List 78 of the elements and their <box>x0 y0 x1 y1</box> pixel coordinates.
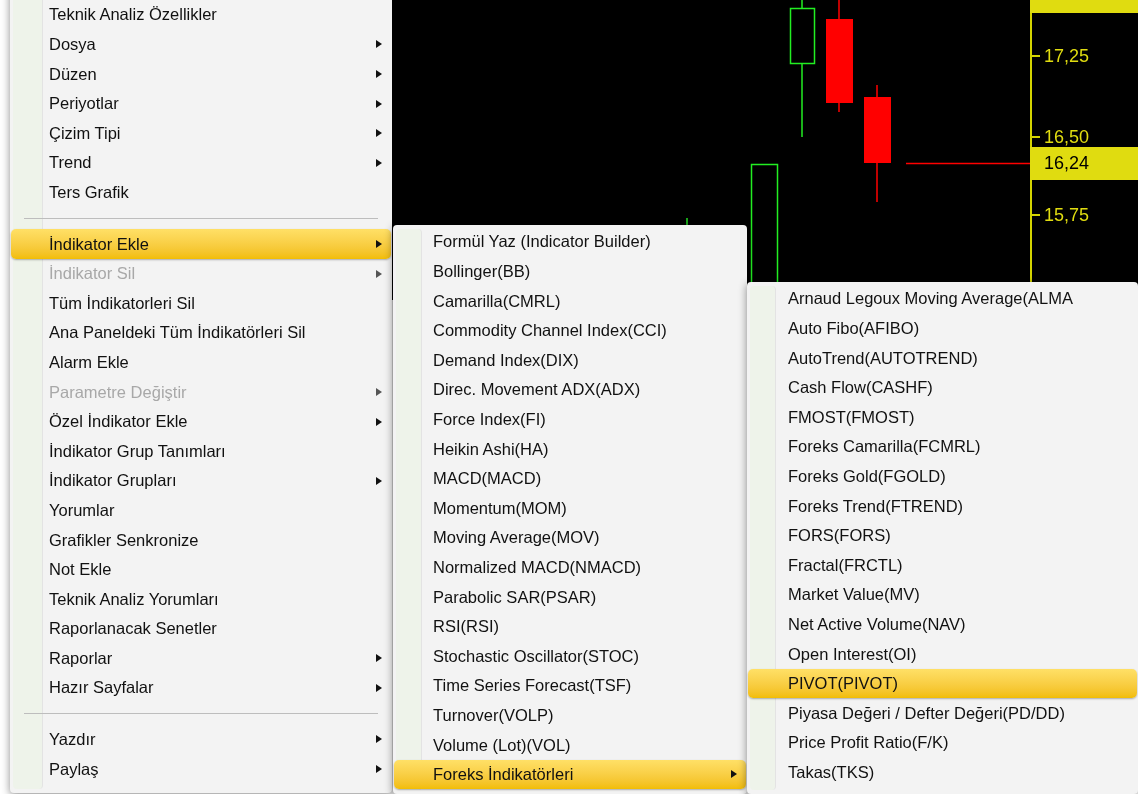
submenu-arrow-icon <box>375 653 383 664</box>
submenu-arrow-icon <box>375 69 383 79</box>
menu-item[interactable]: RSI(RSI) <box>394 611 746 642</box>
menu-item[interactable]: Direc. Movement ADX(ADX) <box>394 374 746 405</box>
price-label: 17,25 <box>1044 45 1090 67</box>
menu-item[interactable]: AutoTrend(AUTOTREND) <box>748 343 1137 373</box>
menu-item[interactable]: PIVOT(PIVOT) <box>748 668 1137 699</box>
menu-item[interactable]: Volume (Lot)(VOL) <box>394 730 746 760</box>
menu-item[interactable]: Foreks Gold(FGOLD) <box>748 461 1137 492</box>
menu-item[interactable]: Hazır Sayfalar <box>11 673 391 703</box>
menu-item[interactable]: Özel İndikator Ekle <box>11 406 391 437</box>
menu-item[interactable]: Yorumlar <box>11 495 391 526</box>
menu-item[interactable]: Camarilla(CMRL) <box>394 286 746 316</box>
menu-item[interactable]: Moving Average(MOV) <box>394 522 746 553</box>
menu-item[interactable]: Trend <box>11 147 391 178</box>
menu-item[interactable]: Raporlanacak Senetler <box>11 613 391 644</box>
menu-item[interactable]: Foreks Camarilla(FCMRL) <box>748 431 1137 462</box>
submenu-arrow-icon <box>375 157 383 168</box>
submenu-arrow-icon <box>375 682 383 693</box>
submenu-arrow-icon <box>375 268 383 279</box>
menu-item[interactable]: Paylaş <box>11 754 391 784</box>
menu-item[interactable]: Takas(TKS) <box>748 757 1137 788</box>
submenu-arrow-icon <box>375 39 383 50</box>
submenu-arrow-icon <box>375 98 383 109</box>
submenu-arrow-icon <box>375 416 383 427</box>
submenu-arrow-icon <box>375 734 383 745</box>
menu-item[interactable]: İndikator Ekle <box>11 229 391 259</box>
menu-item[interactable]: Alarm Ekle <box>11 347 391 378</box>
menu-item[interactable]: Parabolic SAR(PSAR) <box>394 582 746 612</box>
menu-item[interactable]: FORS(FORS) <box>748 520 1137 551</box>
menu-item[interactable]: Raporlar <box>11 643 391 674</box>
menu-item[interactable]: Piyasa Değeri / Defter Değeri(PD/DD) <box>748 698 1137 728</box>
submenu-arrow-icon <box>375 764 383 775</box>
menu-item[interactable]: Market Value(MV) <box>748 579 1137 610</box>
menu-item[interactable]: Periyotlar <box>11 88 391 119</box>
submenu-arrow-icon <box>375 128 383 139</box>
menu-item[interactable]: Ters Grafik <box>11 177 391 208</box>
menu-item[interactable]: Düzen <box>11 59 391 89</box>
menu-item[interactable]: Arnaud Legoux Moving Average(ALMA <box>748 284 1137 314</box>
menu-item[interactable]: Cash Flow(CASHF) <box>748 372 1137 403</box>
submenu-arrow-icon <box>375 475 383 486</box>
menu-item[interactable]: Foreks İndikatörleri <box>394 759 746 790</box>
menu-item[interactable]: Tüm İndikatorleri Sil <box>11 288 391 318</box>
menu-item[interactable]: Teknik Analiz Yorumları <box>11 584 391 614</box>
menu-item[interactable]: Dosya <box>11 29 391 60</box>
menu-item[interactable]: Price Profit Ratio(F/K) <box>748 727 1137 758</box>
menu-item[interactable]: Bollinger(BB) <box>394 256 746 287</box>
submenu-arrow-icon <box>375 238 383 249</box>
menu-item[interactable]: Foreks Trend(FTREND) <box>748 491 1137 521</box>
menu-item[interactable]: Ana Paneldeki Tüm İndikatörleri Sil <box>11 317 391 348</box>
last-price-label: 16,24 <box>1030 147 1138 180</box>
menu-item[interactable]: Time Series Forecast(TSF) <box>394 670 746 701</box>
menu-item[interactable]: Commodity Channel Index(CCI) <box>394 315 746 346</box>
menu-item[interactable]: Heikin Ashi(HA) <box>394 434 746 464</box>
menu-item[interactable]: Grafikler Senkronize <box>11 525 391 555</box>
menu-item[interactable]: Force Index(FI) <box>394 404 746 435</box>
menu-item[interactable]: MACD(MACD) <box>394 463 746 494</box>
menu-item[interactable]: Formül Yaz (Indicator Builder) <box>394 227 746 257</box>
menu-item[interactable]: Çizim Tipi <box>11 118 391 148</box>
menu-item[interactable]: Auto Fibo(AFIBO) <box>748 313 1137 344</box>
menu-item[interactable]: Open Interest(OI) <box>748 639 1137 669</box>
submenu-arrow-icon <box>375 386 383 397</box>
menu-item[interactable]: Momentum(MOM) <box>394 493 746 523</box>
menu-item[interactable]: Teknik Analiz Özellikler <box>11 0 391 30</box>
menu-item[interactable]: Not Ekle <box>11 554 391 585</box>
price-label: 15,75 <box>1044 204 1090 226</box>
menu-item[interactable]: FMOST(FMOST) <box>748 402 1137 432</box>
menu-item[interactable]: Demand Index(DIX) <box>394 345 746 375</box>
menu-item[interactable]: Stochastic Oscillator(STOC) <box>394 641 746 671</box>
menu-item[interactable]: Normalized MACD(NMACD) <box>394 552 746 583</box>
menu-item[interactable]: Yazdır <box>11 724 391 755</box>
menu-item[interactable]: Net Active Volume(NAV) <box>748 609 1137 640</box>
menu-item[interactable]: Fractal(FRCTL) <box>748 550 1137 580</box>
menu-item[interactable]: İndikator Grup Tanımları <box>11 436 391 466</box>
price-label: 16,50 <box>1044 126 1090 148</box>
menu-item[interactable]: Turnover(VOLP) <box>394 700 746 731</box>
menu-item[interactable]: İndikator Grupları <box>11 465 391 496</box>
submenu-arrow-icon <box>730 769 738 780</box>
